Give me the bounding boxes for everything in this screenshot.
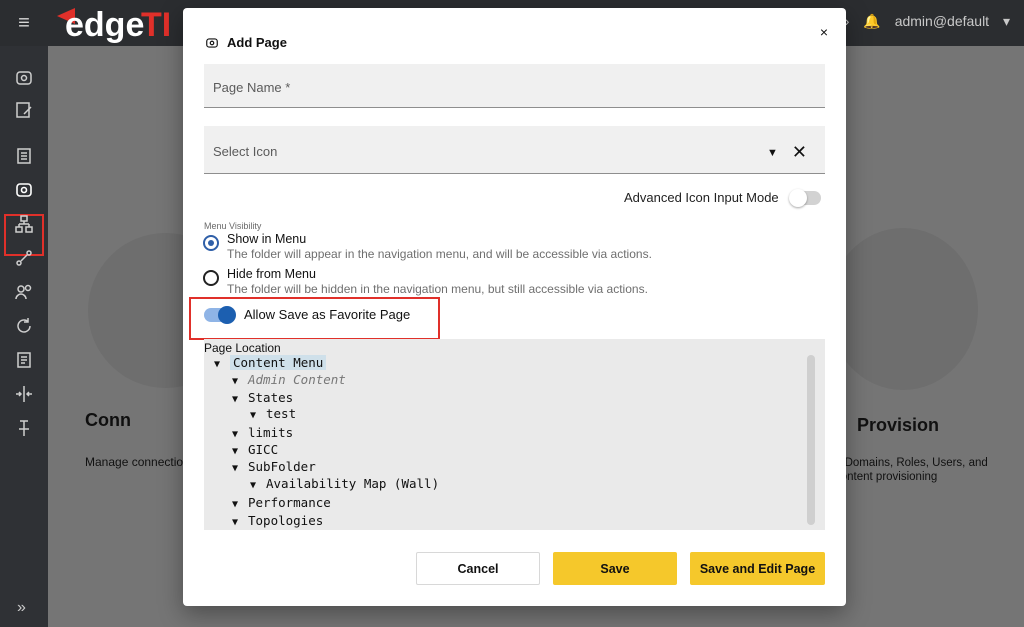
dialog-title-text: Add Page xyxy=(227,35,287,50)
add-page-icon[interactable] xyxy=(12,178,36,202)
tree-item-content-menu[interactable]: ▼ Content Menu xyxy=(214,355,327,370)
tree-item-states[interactable]: ▼ States xyxy=(232,390,293,405)
add-page-dialog: Add Page × Page Name * Select Icon ▼ ✕ A… xyxy=(183,8,846,606)
show-in-menu-option[interactable]: Show in Menu The folder will appear in t… xyxy=(203,232,652,261)
show-in-menu-desc: The folder will appear in the navigation… xyxy=(227,247,652,261)
refresh-icon[interactable] xyxy=(12,314,36,338)
radio-hide-from-menu[interactable] xyxy=(203,270,219,286)
report-icon[interactable] xyxy=(12,348,36,372)
save-and-edit-button[interactable]: Save and Edit Page xyxy=(690,552,825,585)
advanced-icon-toggle[interactable] xyxy=(788,188,821,207)
caret-down-icon[interactable]: ▼ xyxy=(232,446,248,457)
favorite-label: Allow Save as Favorite Page xyxy=(244,307,411,322)
connect-icon[interactable] xyxy=(12,246,36,270)
tree-item-limits[interactable]: ▼ limits xyxy=(232,425,293,440)
provision-title[interactable]: Provision xyxy=(857,415,939,436)
page-location-tree: Page Location ▼ Content Menu ▼ Admin Conte… xyxy=(204,339,825,530)
clear-icon[interactable]: ✕ xyxy=(792,142,807,163)
sidebar: » xyxy=(0,46,48,627)
menu-visibility-label: Menu Visibility xyxy=(204,221,262,231)
page-name-field[interactable]: Page Name * xyxy=(204,64,825,108)
caret-down-icon[interactable]: ▼ xyxy=(214,359,230,370)
dialog-title: Add Page xyxy=(205,35,287,50)
tree-item-topologies[interactable]: ▼ Topologies xyxy=(232,513,323,528)
caret-down-icon[interactable]: ▼ xyxy=(250,480,266,491)
close-icon[interactable]: × xyxy=(820,24,828,40)
tree-item-performance[interactable]: ▼ Performance xyxy=(232,495,331,510)
hide-from-menu-option[interactable]: Hide from Menu The folder will be hidden… xyxy=(203,267,648,296)
advanced-icon-label: Advanced Icon Input Mode xyxy=(624,190,779,205)
menu-icon[interactable]: ≡ xyxy=(12,10,36,36)
provision-desc: e Domains, Roles, Users, and content pro… xyxy=(835,457,988,483)
tree-item-subfolder[interactable]: ▼ SubFolder xyxy=(232,459,316,474)
edgeti-logo: edge TI xyxy=(57,6,171,44)
favorite-toggle[interactable] xyxy=(204,305,236,324)
caret-down-icon[interactable]: ▼ xyxy=(232,376,248,387)
page-location-label: Page Location xyxy=(204,341,281,355)
provision-illustration xyxy=(828,228,978,390)
show-in-menu-label: Show in Menu xyxy=(227,232,307,246)
tree-item-test[interactable]: ▼ test xyxy=(250,406,296,421)
page-name-label: Page Name * xyxy=(213,80,291,95)
caret-down-icon[interactable]: ▼ xyxy=(232,517,248,528)
users-icon[interactable] xyxy=(12,280,36,304)
radio-show-in-menu[interactable] xyxy=(203,235,219,251)
tree-item-gicc[interactable]: ▼ GICC xyxy=(232,442,278,457)
caret-down-icon[interactable]: ▼ xyxy=(232,499,248,510)
caret-down-icon[interactable]: ▾ xyxy=(1003,13,1010,29)
svg-text:edge: edge xyxy=(65,6,144,44)
advanced-icon-toggle-row: Advanced Icon Input Mode xyxy=(624,188,821,207)
add-page-icon xyxy=(206,37,218,48)
caret-down-icon[interactable]: ▼ xyxy=(232,394,248,405)
user-menu[interactable]: admin@default xyxy=(895,13,989,29)
pin-icon[interactable] xyxy=(12,416,36,440)
tree-item-admin-content[interactable]: ▼ Admin Content xyxy=(232,372,346,387)
bell-icon[interactable]: 🔔 xyxy=(863,13,880,29)
dropdown-arrow-icon[interactable]: ▼ xyxy=(767,147,778,159)
hide-from-menu-label: Hide from Menu xyxy=(227,267,316,281)
split-icon[interactable] xyxy=(12,382,36,406)
svg-text:TI: TI xyxy=(141,6,171,44)
select-icon-label: Select Icon xyxy=(213,144,278,159)
hide-from-menu-desc: The folder will be hidden in the navigat… xyxy=(227,282,648,296)
expand-icon[interactable]: » xyxy=(17,599,26,617)
hierarchy-icon[interactable] xyxy=(12,212,36,236)
caret-down-icon[interactable]: ▼ xyxy=(232,429,248,440)
pages-icon[interactable] xyxy=(12,144,36,168)
tree-item-availability-map[interactable]: ▼ Availability Map (Wall) xyxy=(250,476,439,491)
select-icon-field[interactable]: Select Icon ▼ ✕ xyxy=(204,126,825,174)
save-button[interactable]: Save xyxy=(553,552,677,585)
caret-down-icon[interactable]: ▼ xyxy=(250,410,266,421)
edit-icon[interactable] xyxy=(12,98,36,122)
favorite-toggle-row: Allow Save as Favorite Page xyxy=(204,305,411,324)
eye-icon[interactable] xyxy=(12,66,36,90)
caret-down-icon[interactable]: ▼ xyxy=(232,463,248,474)
tree-scrollbar[interactable] xyxy=(807,355,815,525)
cancel-button[interactable]: Cancel xyxy=(416,552,540,585)
